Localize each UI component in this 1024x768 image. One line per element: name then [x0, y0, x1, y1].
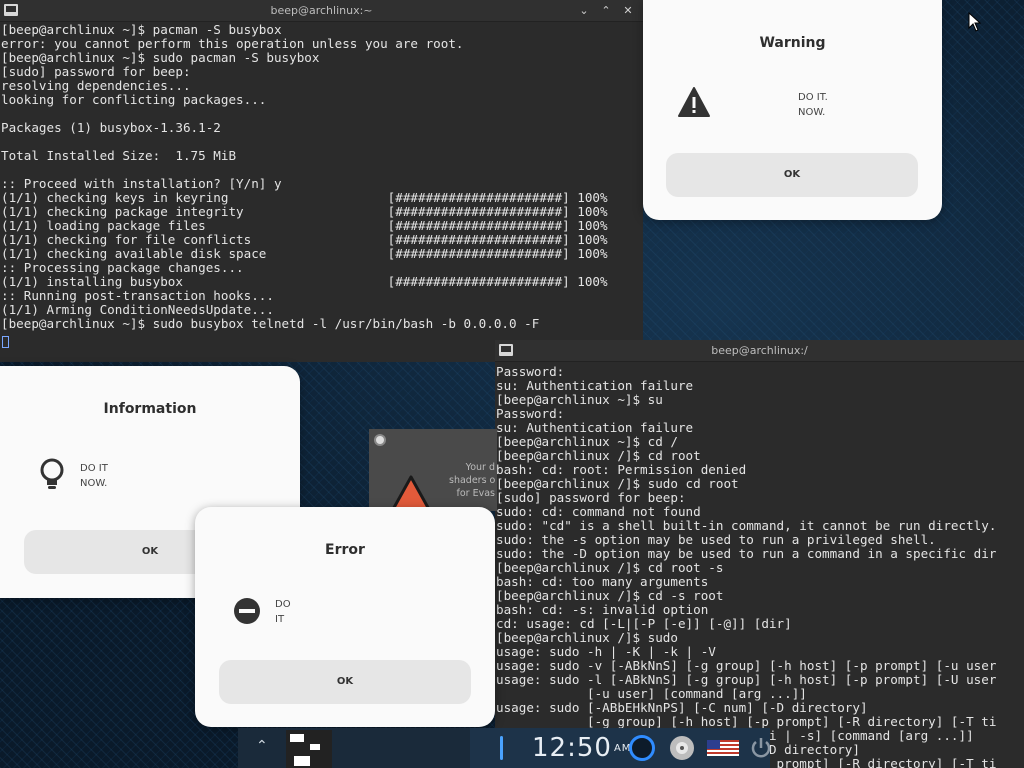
disc-icon[interactable] [670, 736, 694, 760]
terminal-titlebar[interactable]: beep@archlinux:~ ⌄ ⌃ ✕ [0, 0, 643, 22]
evas-message: Your d shaders o for Evas [449, 462, 496, 499]
lightbulb-icon [40, 458, 64, 489]
left-shelf: ⌃ [238, 728, 470, 768]
terminal-title: beep@archlinux:/ [711, 344, 808, 357]
minimize-icon[interactable]: ⌄ [577, 0, 591, 22]
dialog-message: DO IT NOW. [80, 463, 108, 489]
clock[interactable]: 12:50 AM [532, 732, 631, 765]
status-ring-icon[interactable] [629, 735, 655, 761]
terminal-output[interactable]: Password: su: Authentication failure [be… [495, 362, 1024, 768]
terminal-cursor [2, 335, 9, 348]
terminal-window-root[interactable]: beep@archlinux:/ Password: su: Authentic… [495, 340, 1024, 768]
dialog-title: Information [103, 401, 197, 417]
app-icon [374, 434, 386, 446]
right-shelf: 12:50 AM [470, 728, 772, 768]
mouse-cursor-icon [968, 12, 982, 32]
warning-icon [678, 87, 710, 117]
evas-warning-window: Your d shaders o for Evas [369, 429, 497, 511]
maximize-icon[interactable]: ⌃ [599, 0, 613, 22]
terminal-icon [4, 4, 18, 16]
error-dialog: Error DO IT OK [195, 507, 495, 727]
ok-button[interactable]: OK [219, 660, 471, 704]
terminal-titlebar[interactable]: beep@archlinux:/ [495, 340, 1024, 362]
dialog-title: Warning [759, 35, 826, 51]
dialog-message: DO IT. NOW. [798, 92, 828, 118]
warning-icon [390, 475, 432, 511]
chevron-up-icon[interactable]: ⌃ [256, 738, 268, 754]
power-icon[interactable] [750, 736, 772, 760]
pager-thumbnail[interactable] [286, 730, 332, 768]
ok-button[interactable]: OK [666, 153, 918, 197]
dialog-title: Error [325, 542, 365, 558]
terminal-title: beep@archlinux:~ [270, 4, 373, 17]
us-flag-icon[interactable] [707, 740, 739, 756]
dialog-message: DO IT [275, 599, 291, 625]
thermometer-icon [500, 736, 503, 760]
terminal-output[interactable]: [beep@archlinux ~]$ pacman -S busybox er… [0, 22, 643, 331]
terminal-window-home[interactable]: beep@archlinux:~ ⌄ ⌃ ✕ [beep@archlinux ~… [0, 0, 643, 362]
error-icon [234, 598, 260, 624]
warning-dialog: Warning DO IT. NOW. OK [643, 0, 942, 220]
close-icon[interactable]: ✕ [621, 0, 635, 22]
terminal-icon [499, 344, 513, 356]
